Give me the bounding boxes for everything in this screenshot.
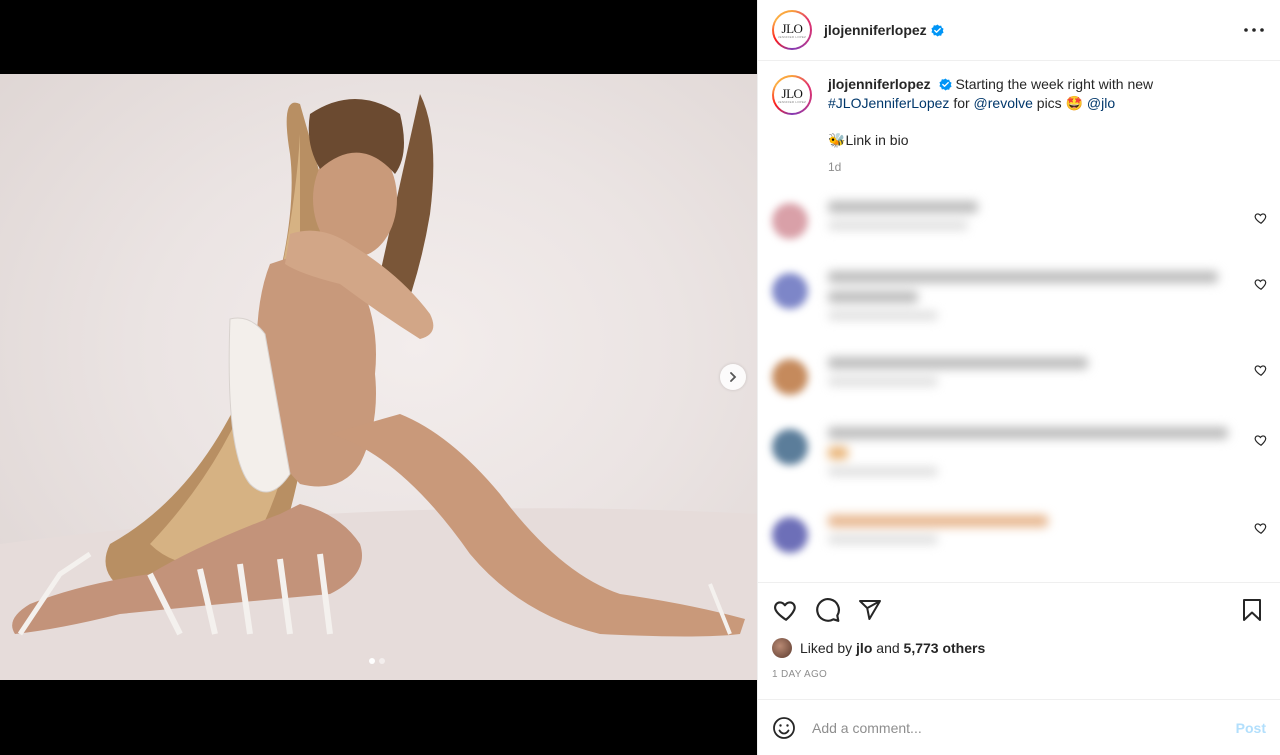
caption-line-1: jlojenniferlopez Starting the week right… bbox=[828, 75, 1153, 113]
caption-timestamp: 1d bbox=[828, 160, 842, 174]
verified-badge-icon bbox=[931, 24, 944, 37]
likes-others-link[interactable]: 5,773 others bbox=[904, 640, 986, 656]
add-comment-bar: Post bbox=[758, 699, 1280, 755]
post-side-panel: JLO JENNIFER LOPEZ jlojenniferlopez JLO … bbox=[757, 0, 1280, 755]
photo-illustration bbox=[0, 94, 757, 680]
comment-button[interactable] bbox=[814, 596, 842, 624]
emoji-smiley-icon[interactable] bbox=[772, 716, 796, 740]
comment-item bbox=[758, 187, 1280, 259]
post-comment-button[interactable]: Post bbox=[1236, 720, 1266, 736]
chevron-right-icon bbox=[730, 372, 737, 382]
post-header: JLO JENNIFER LOPEZ jlojenniferlopez bbox=[758, 0, 1280, 61]
caption-avatar-logo-subtext: JENNIFER LOPEZ bbox=[777, 99, 807, 104]
caption-line-2: 🐝Link in bio bbox=[828, 131, 1153, 150]
caption-avatar[interactable]: JLO JENNIFER LOPEZ bbox=[772, 75, 812, 115]
profile-avatar[interactable]: JLO JENNIFER LOPEZ bbox=[772, 10, 812, 50]
comment-like-heart-icon[interactable] bbox=[1254, 363, 1268, 377]
post-photo[interactable] bbox=[0, 74, 757, 680]
comment-avatar[interactable] bbox=[772, 429, 808, 465]
comment-like-heart-icon[interactable] bbox=[1254, 521, 1268, 535]
comments-list bbox=[758, 187, 1280, 565]
share-paper-plane-icon bbox=[859, 600, 881, 620]
comment-text-blurred bbox=[828, 357, 1266, 394]
comment-avatar[interactable] bbox=[772, 203, 808, 239]
post-actions: Liked by jlo and 5,773 others 1 DAY AGO bbox=[758, 582, 1280, 699]
like-button[interactable] bbox=[772, 596, 800, 624]
comment-text-blurred bbox=[828, 201, 1266, 238]
caption-text-start: Starting the week right with new bbox=[955, 76, 1154, 92]
carousel-next-button[interactable] bbox=[720, 364, 746, 390]
caption-avatar-logo-text: JLO bbox=[781, 85, 803, 101]
more-options-icon bbox=[1244, 28, 1264, 32]
comment-avatar[interactable] bbox=[772, 273, 808, 309]
comment-text-blurred bbox=[828, 271, 1266, 328]
caption-bee-emoji: 🐝 bbox=[828, 132, 846, 148]
action-icon-row bbox=[772, 583, 1266, 637]
caption-mention-jlo[interactable]: @jlo bbox=[1087, 95, 1115, 111]
liker-avatar[interactable] bbox=[772, 638, 792, 658]
comment-text-blurred bbox=[828, 427, 1266, 484]
comment-item bbox=[758, 505, 1280, 565]
carousel-dots bbox=[369, 658, 385, 664]
caption-pics-word: pics bbox=[1036, 95, 1062, 111]
post-media-area bbox=[0, 0, 757, 755]
more-options-button[interactable] bbox=[1242, 18, 1266, 42]
header-username[interactable]: jlojenniferlopez bbox=[824, 22, 927, 38]
save-bookmark-icon bbox=[1243, 599, 1261, 621]
comment-text-blurred bbox=[828, 515, 1266, 552]
comment-item bbox=[758, 417, 1280, 505]
share-button[interactable] bbox=[856, 596, 884, 624]
post-caption: JLO JENNIFER LOPEZ jlojenniferlopez Star… bbox=[758, 61, 1280, 187]
comment-item bbox=[758, 347, 1280, 417]
likes-prefix: Liked by bbox=[800, 640, 853, 656]
comment-bubble-icon bbox=[816, 598, 840, 622]
comment-avatar[interactable] bbox=[772, 359, 808, 395]
comment-input[interactable] bbox=[812, 719, 1236, 736]
comment-like-heart-icon[interactable] bbox=[1254, 433, 1268, 447]
likes-joiner: and bbox=[876, 640, 900, 656]
caption-username[interactable]: jlojenniferlopez bbox=[828, 76, 931, 92]
comment-like-heart-icon[interactable] bbox=[1254, 277, 1268, 291]
likes-summary: Liked by jlo and 5,773 others bbox=[772, 637, 1266, 659]
avatar-logo-subtext: JENNIFER LOPEZ bbox=[777, 34, 807, 39]
caption-verified-badge-icon bbox=[939, 78, 952, 91]
avatar-logo-text: JLO bbox=[781, 20, 803, 36]
caption-link-in-bio: Link in bio bbox=[845, 132, 909, 148]
comment-item bbox=[758, 259, 1280, 347]
comment-avatar[interactable] bbox=[772, 517, 808, 553]
carousel-dot-2 bbox=[379, 658, 385, 664]
likes-user-link[interactable]: jlo bbox=[856, 640, 872, 656]
save-button[interactable] bbox=[1238, 596, 1266, 624]
comment-like-heart-icon[interactable] bbox=[1254, 211, 1268, 225]
caption-mention-revolve[interactable]: @revolve bbox=[974, 95, 1033, 111]
post-date[interactable]: 1 DAY AGO bbox=[772, 669, 1266, 699]
caption-hashtag-link[interactable]: #JLOJenniferLopez bbox=[828, 95, 949, 111]
caption-emoji-star-eyes: 🤩 bbox=[1065, 95, 1084, 111]
like-heart-icon bbox=[774, 601, 796, 621]
caption-for-word: for bbox=[953, 95, 970, 111]
carousel-dot-1 bbox=[369, 658, 375, 664]
comments-scroll-area[interactable]: JLO JENNIFER LOPEZ jlojenniferlopez Star… bbox=[758, 61, 1280, 582]
